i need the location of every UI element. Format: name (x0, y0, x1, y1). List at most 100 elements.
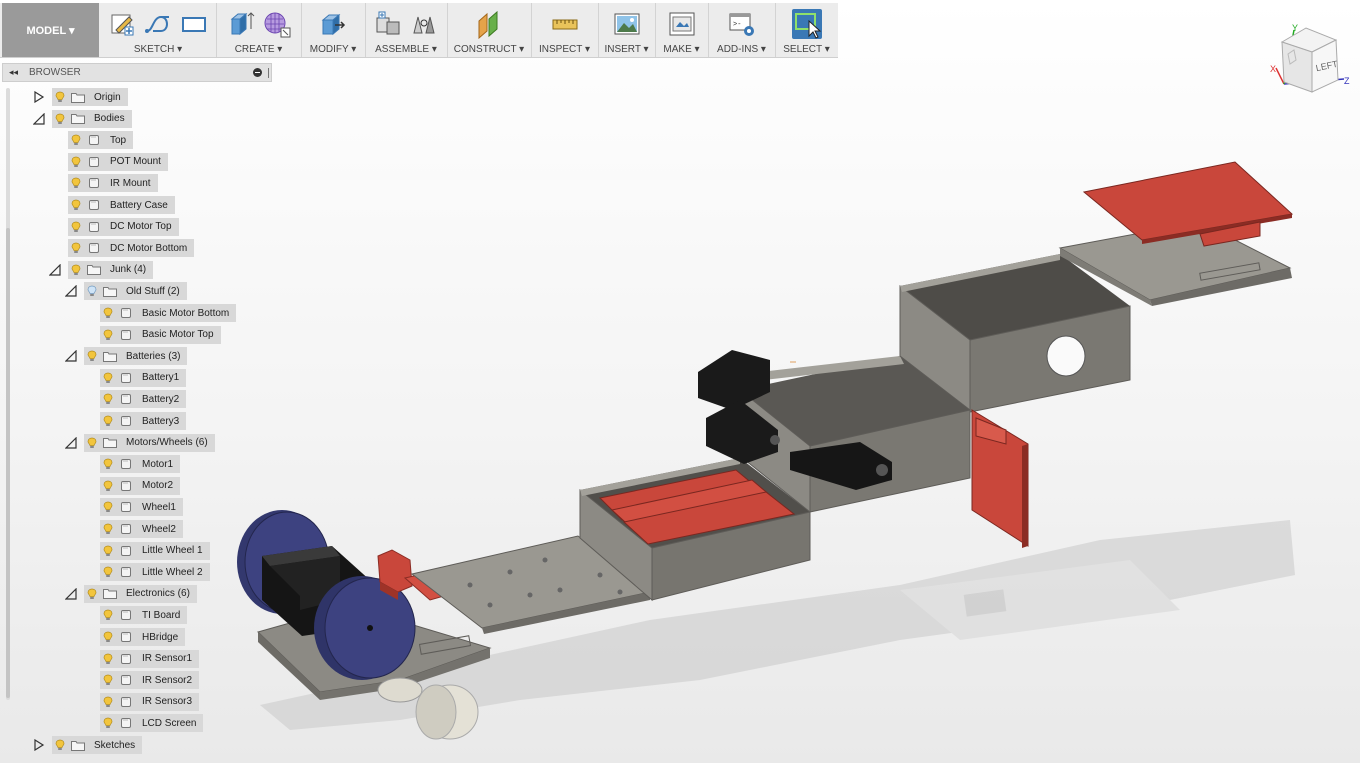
construct-menu[interactable]: CONSTRUCT ▾ (447, 44, 531, 55)
tree-node-chip[interactable]: Old Stuff (2) (84, 282, 187, 301)
tree-node-motor1[interactable]: Motor1 (100, 455, 181, 474)
tree-node-chip[interactable]: IR Sensor2 (100, 671, 200, 690)
assemble-menu[interactable]: ASSEMBLE ▾ (365, 44, 447, 55)
extrude-icon[interactable] (226, 9, 256, 39)
collapse-triangle-icon[interactable] (65, 436, 77, 449)
tree-node-chip[interactable]: Battery Case (68, 196, 175, 214)
tree-node-chip[interactable]: Electronics (6) (84, 584, 197, 603)
collapse-triangle-icon[interactable] (33, 112, 45, 125)
visibility-bulb-icon[interactable] (68, 153, 84, 171)
visibility-bulb-icon[interactable] (100, 520, 116, 538)
visibility-bulb-icon[interactable] (68, 239, 84, 257)
pin-icon[interactable] (268, 68, 269, 78)
select-icon[interactable] (791, 9, 822, 39)
tree-node-chip[interactable]: Motor2 (100, 476, 181, 495)
tree-node-chip[interactable]: Little Wheel 2 (100, 563, 210, 582)
minimize-browser-icon[interactable] (253, 68, 262, 77)
tree-node-chip[interactable]: Motors/Wheels (6) (84, 433, 215, 452)
tree-node-battery-case[interactable]: Battery Case (68, 196, 175, 214)
tree-node-chip[interactable]: Battery3 (100, 412, 187, 430)
3d-viewport[interactable] (230, 150, 1360, 763)
tree-node-ir-mount[interactable]: IR Mount (68, 174, 158, 193)
tree-node-basic-motor-top[interactable]: Basic Motor Top (100, 325, 221, 344)
tree-node-chip[interactable]: Top (68, 131, 134, 150)
expand-triangle-icon[interactable] (33, 739, 45, 751)
add-ins-menu[interactable]: ADD-INS ▾ (708, 44, 775, 55)
browser-scrollbar[interactable] (6, 88, 10, 700)
tree-node-lcd-screen[interactable]: LCD Screen (100, 714, 204, 733)
collapse-browser-icon[interactable]: ◂◂ (9, 67, 18, 78)
tree-node-chip[interactable]: Bodies (52, 109, 132, 128)
tree-node-ir-sensor2[interactable]: IR Sensor2 (100, 671, 200, 690)
collapse-triangle-icon[interactable] (65, 285, 77, 297)
insert-menu[interactable]: INSERT ▾ (598, 44, 655, 55)
tree-node-chip[interactable]: IR Sensor3 (100, 692, 200, 711)
tree-node-hbridge[interactable]: HBridge (100, 628, 186, 646)
inspect-menu[interactable]: INSPECT ▾ (531, 44, 598, 55)
create-sketch-icon[interactable] (107, 9, 137, 39)
tree-node-chip[interactable]: Origin (52, 88, 128, 106)
rectangle-icon[interactable] (179, 9, 209, 39)
visibility-bulb-icon[interactable] (68, 261, 84, 279)
visibility-bulb-icon[interactable] (84, 585, 100, 603)
visibility-bulb-icon[interactable] (100, 390, 116, 408)
tree-node-top[interactable]: Top (68, 131, 134, 150)
tree-node-electronics-6[interactable]: Electronics (6) (65, 584, 197, 603)
expand-triangle-icon[interactable] (33, 91, 45, 103)
tree-node-ir-sensor3[interactable]: IR Sensor3 (100, 692, 200, 711)
visibility-bulb-icon[interactable] (100, 563, 116, 581)
workspace-switcher[interactable]: MODEL ▾ (2, 3, 99, 57)
line-icon[interactable] (143, 9, 173, 39)
offset-plane-icon[interactable] (474, 9, 504, 39)
collapse-triangle-icon[interactable] (49, 263, 61, 276)
tree-node-old-stuff-2[interactable]: Old Stuff (2) (65, 282, 187, 301)
3d-print-icon[interactable] (667, 9, 697, 39)
visibility-bulb-icon[interactable] (100, 671, 116, 689)
tree-node-chip[interactable]: Battery2 (100, 390, 187, 409)
tree-node-ti-board[interactable]: TI Board (100, 606, 188, 625)
visibility-bulb-icon[interactable] (100, 606, 116, 624)
visibility-bulb-icon[interactable] (100, 304, 116, 322)
press-pull-icon[interactable] (318, 9, 348, 39)
tree-node-wheel1[interactable]: Wheel1 (100, 498, 183, 517)
modify-menu[interactable]: MODIFY ▾ (301, 44, 365, 55)
visibility-bulb-icon[interactable] (52, 88, 68, 106)
visibility-bulb-icon[interactable] (100, 693, 116, 711)
tree-node-battery2[interactable]: Battery2 (100, 390, 187, 409)
form-icon[interactable] (262, 9, 292, 39)
tree-node-chip[interactable]: Junk (4) (68, 260, 154, 279)
visibility-bulb-icon[interactable] (68, 131, 84, 149)
tree-node-chip[interactable]: HBridge (100, 628, 186, 646)
tree-node-battery3[interactable]: Battery3 (100, 412, 187, 430)
create-menu[interactable]: CREATE ▾ (216, 44, 301, 55)
tree-node-motors-wheels-6[interactable]: Motors/Wheels (6) (65, 433, 215, 452)
tree-node-chip[interactable]: Batteries (3) (84, 347, 188, 366)
sketch-menu[interactable]: SKETCH ▾ (100, 44, 216, 55)
measure-icon[interactable] (550, 9, 580, 39)
tree-node-origin[interactable]: Origin (34, 88, 128, 106)
tree-node-chip[interactable]: LCD Screen (100, 714, 204, 733)
visibility-bulb-icon[interactable] (100, 455, 116, 473)
tree-node-chip[interactable]: Wheel2 (100, 520, 183, 538)
tree-node-chip[interactable]: IR Sensor1 (100, 649, 200, 668)
visibility-bulb-icon[interactable] (52, 110, 68, 128)
tree-node-chip[interactable]: Sketches (52, 736, 143, 754)
tree-node-sketches[interactable]: Sketches (34, 736, 143, 754)
scrollbar-thumb[interactable] (6, 228, 10, 698)
tree-node-basic-motor-bottom[interactable]: Basic Motor Bottom (100, 304, 237, 322)
visibility-bulb-icon[interactable] (100, 326, 116, 344)
tree-node-bodies[interactable]: Bodies (33, 109, 132, 128)
tree-node-chip[interactable]: IR Mount (68, 174, 158, 193)
joint-icon[interactable] (409, 9, 439, 39)
scripts-addins-icon[interactable]: >- (727, 9, 757, 39)
visibility-bulb-icon[interactable] (100, 542, 116, 560)
tree-node-batteries-3[interactable]: Batteries (3) (65, 347, 188, 366)
tree-node-chip[interactable]: POT Mount (68, 152, 168, 171)
make-menu[interactable]: MAKE ▾ (655, 44, 708, 55)
tree-node-chip[interactable]: Wheel1 (100, 498, 183, 517)
tree-node-dc-motor-bottom[interactable]: DC Motor Bottom (68, 239, 195, 258)
tree-node-dc-motor-top[interactable]: DC Motor Top (68, 217, 179, 236)
tree-node-chip[interactable]: Basic Motor Top (100, 325, 221, 344)
visibility-bulb-icon[interactable] (100, 650, 116, 668)
tree-node-little-wheel-2[interactable]: Little Wheel 2 (100, 563, 210, 582)
